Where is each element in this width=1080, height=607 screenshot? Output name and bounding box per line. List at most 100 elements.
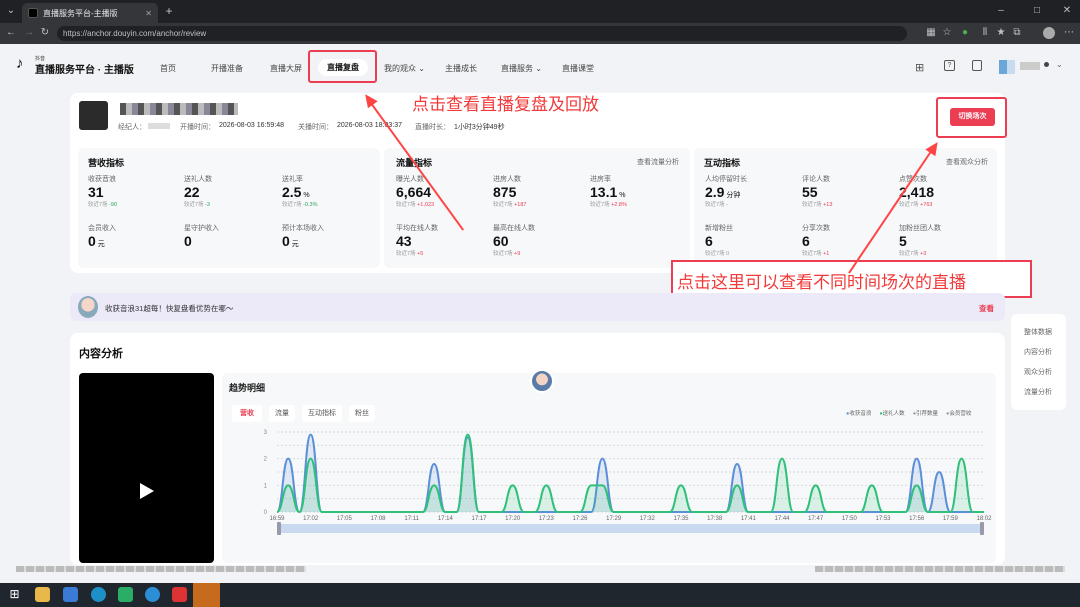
wechat-icon[interactable] [118,587,133,602]
douyin-favicon-icon [28,8,38,18]
metric-label: 最高在线人数 [493,225,535,232]
chart-range-slider[interactable] [277,524,984,533]
forward-icon[interactable]: → [22,26,36,40]
browser-tab[interactable]: 直播服务平台-主播版 ✕ [22,3,158,23]
tab-traffic[interactable]: 流量 [269,405,295,422]
nav-big-screen[interactable]: 直播大屏 [270,63,302,74]
new-tab-icon[interactable]: + [162,4,176,18]
metric-value: 0 [184,233,192,249]
metric-compare: 较近7场 0 [705,251,730,257]
y-tick-label: 2 [264,457,268,463]
nav-home[interactable]: 首页 [160,63,176,74]
nav-class[interactable]: 直播课堂 [562,63,594,74]
active-app-icon[interactable] [193,583,220,607]
metric-value: 55 [802,184,818,200]
footer-contact-mosaic [815,566,1065,572]
metric-label: 平均在线人数 [396,225,438,232]
metric-value: 6 [705,233,713,249]
clock-time [1013,586,1043,592]
metric-label: 会员收入 [88,225,116,232]
browser-menu-icon[interactable]: ⋯ [1062,26,1076,40]
document-icon[interactable] [972,60,982,71]
metric-compare: 较近7场 +5 [396,251,424,257]
y-tick-label: 1 [264,483,268,489]
browser-app-icon[interactable] [91,587,106,602]
play-icon[interactable] [140,483,154,499]
file-explorer-icon[interactable] [35,587,50,602]
nav-growth[interactable]: 主播成长 [445,63,477,74]
floating-assistant-avatar[interactable] [530,369,554,393]
side-nav-audience[interactable]: 观众分析 [1024,367,1052,377]
traffic-analysis-link[interactable]: 查看流量分析 [637,157,679,167]
nav-service[interactable]: 直播服务 ⌄ [501,63,542,74]
y-tick-label: 0 [264,510,268,516]
grid-icon[interactable]: ⊞ [915,61,924,74]
tab-revenue[interactable]: 营收 [232,405,262,422]
metric-value: 2.9 分钟 [705,184,741,200]
profile-avatar[interactable] [1043,27,1055,39]
collections-icon[interactable]: ⧉ [1010,26,1024,40]
metric-label: 星守护收入 [184,225,219,232]
metric-value: 60 [493,233,509,249]
metric-value: 6,664 [396,184,432,200]
switch-session-button[interactable]: 切换场次 [950,108,995,126]
app-icon[interactable] [63,587,78,602]
url-field[interactable]: https://anchor.douyin.com/anchor/review [57,26,907,41]
x-tick-label: 17:38 [707,516,723,522]
nav-prepare[interactable]: 开播准备 [211,63,243,74]
favorites-icon[interactable]: ★ [994,26,1008,40]
x-tick-label: 17:08 [370,516,386,522]
minimize-icon[interactable]: – [994,4,1008,18]
wps-icon[interactable] [172,587,187,602]
nav-service-label: 直播服务 [501,64,533,73]
side-nav-content[interactable]: 内容分析 [1024,347,1052,357]
reload-icon[interactable]: ↻ [38,26,52,40]
start-time-label: 开播时间： [180,124,215,131]
tab-list-icon[interactable]: ⌄ [4,4,18,18]
legend-item[interactable]: ●收获音浪 [846,409,871,417]
metric-delta: -90 [109,202,118,208]
split-view-icon[interactable]: ⫴ [978,26,992,40]
nav-review[interactable]: 直播复盘 [318,59,368,76]
window-close-icon[interactable]: ✕ [1060,4,1074,18]
x-tick-label: 17:53 [875,516,891,522]
session-cover-thumbnail[interactable] [79,101,108,130]
metric-delta: +13 [823,202,833,208]
audience-analysis-link[interactable]: 查看观众分析 [946,157,988,167]
video-player[interactable] [79,373,214,563]
windows-start-icon[interactable]: ⊞ [7,587,22,602]
user-menu-chevron-icon[interactable]: ⌄ [1056,60,1063,69]
legend-item[interactable]: ●送礼人数 [879,409,904,417]
metric-compare: 较近7场 - [705,202,728,208]
legend-item[interactable]: ●引荐数量 [913,409,938,417]
side-nav-overall[interactable]: 整体数据 [1024,327,1052,337]
douyin-logo-icon: ♪ [16,55,24,72]
metric-label: 送礼人数 [184,176,212,183]
legend-item[interactable]: ●会员营收 [946,409,971,417]
metric-label: 加粉丝团人数 [899,225,941,232]
maximize-icon[interactable]: □ [1030,4,1044,18]
nav-audience[interactable]: 我的观众 ⌄ [384,63,425,74]
metric-revenue: 星守护收入 0 [184,223,219,249]
trend-title: 趋势明细 [229,383,266,393]
banner-link[interactable]: 查看 [979,303,994,314]
back-icon[interactable]: ← [4,26,18,40]
edge-icon[interactable] [145,587,160,602]
slider-handle-left[interactable] [277,522,281,535]
tab-fans[interactable]: 粉丝 [349,405,375,422]
metric-value: 2.5 % [282,184,310,200]
tab-close-icon[interactable]: ✕ [145,9,152,18]
help-icon[interactable]: ? [944,60,955,71]
bookmark-star-icon[interactable]: ☆ [940,26,954,40]
tab-interaction[interactable]: 互动指标 [302,405,342,422]
side-nav-traffic[interactable]: 流量分析 [1024,387,1052,397]
series-line[interactable] [276,433,984,514]
manager-label: 经纪人： [118,124,146,131]
metric-interaction: 新增粉丝 6 较近7场 0 [705,223,733,257]
metric-value: 875 [493,184,517,200]
extension-icon[interactable]: ● [958,26,972,40]
user-avatar[interactable] [999,60,1015,74]
apps-icon[interactable]: ▦ [924,26,938,40]
duration-label: 直播时长： [415,124,450,131]
slider-handle-right[interactable] [980,522,984,535]
